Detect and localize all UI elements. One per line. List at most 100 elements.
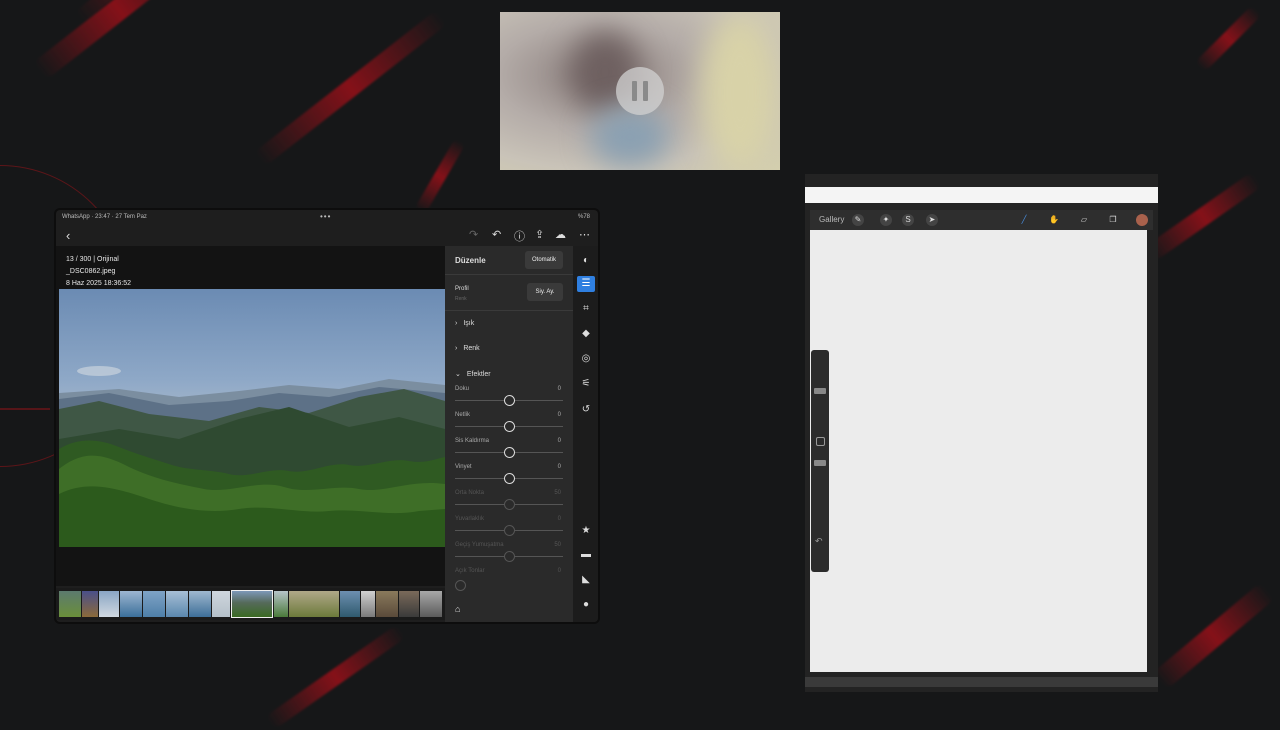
undo-icon[interactable]: ↶ [492,228,501,241]
cloud-icon[interactable]: ☁ [555,228,566,241]
slider-label: Yuvarlaklık [455,516,485,522]
chevron-right-icon: › [455,345,458,352]
slider-knob[interactable] [504,395,515,406]
bg-streak [265,624,406,730]
info-icon[interactable]: ● [579,598,593,612]
slider-label: Sis Kaldırma [455,438,490,444]
redo-icon[interactable]: ↷ [469,228,478,241]
slider-knob[interactable] [455,580,466,591]
thumbnail-selected[interactable] [231,590,273,618]
slider-knob[interactable] [504,421,515,432]
section-light[interactable]: › Işık [455,320,474,327]
thumbnail[interactable] [166,591,188,617]
landscape-image [59,366,445,547]
star-icon[interactable]: ★ [579,524,593,538]
wrench-icon[interactable]: ✎ [852,214,864,226]
versions-tool-icon[interactable]: ⚟ [579,377,593,391]
thumbnail[interactable] [99,591,119,617]
edit-tool-icon[interactable]: ☰ [577,276,595,292]
slider-label: Açık Tonlar [455,568,485,574]
help-icon[interactable]: ⓘ [514,228,525,244]
pause-button[interactable] [616,67,664,115]
section-color[interactable]: › Renk [455,345,480,352]
effects-slider[interactable]: Vinyet 0 [455,464,565,490]
procreate-title-strip [805,187,1158,203]
chevron-down-icon: ⌄ [455,371,461,378]
comment-icon[interactable]: ▬ [579,548,593,562]
undo-icon[interactable]: ↶ [815,536,823,547]
thumbnail[interactable] [120,591,142,617]
bg-line [0,408,50,410]
lightroom-ipad-window: WhatsApp · 23:47 · 27 Tem Paz ••• %78 ‹ … [56,210,598,622]
thumbnail[interactable] [59,591,81,617]
section-effects[interactable]: ⌄ Efektler [455,370,491,378]
thumbnail[interactable] [361,591,375,617]
healing-tool-icon[interactable]: ◆ [579,327,593,341]
multitask-dots[interactable]: ••• [320,212,331,221]
filmstrip[interactable] [56,588,445,620]
tool-rail: ◐ ☰ ⌗ ◆ ◎ ⚟ ↺ ★ ▬ ◣ ● [573,246,598,622]
presets-icon[interactable]: ⌂ [455,604,460,614]
effects-slider[interactable]: Netlik 0 [455,412,565,438]
back-chevron-icon[interactable]: ‹ [66,228,70,243]
thumbnail[interactable] [82,591,98,617]
brush-size-slider[interactable] [814,388,826,394]
crop-tool-icon[interactable]: ⌗ [579,302,593,316]
slider-knob[interactable] [504,525,515,536]
transform-icon[interactable]: ➤ [926,214,938,226]
effects-slider[interactable]: Açık Tonlar 0 [455,568,565,594]
thumbnail[interactable] [143,591,165,617]
selection-icon[interactable]: S [902,214,914,226]
color-swatch[interactable] [1136,214,1148,226]
masking-tool-icon[interactable]: ◎ [579,352,593,366]
procreate-canvas[interactable] [810,230,1147,672]
tag-icon[interactable]: ◣ [579,573,593,587]
slider-value: 50 [554,490,561,496]
profile-label: Profil [455,286,469,292]
opacity-slider[interactable] [814,460,826,466]
eraser-icon[interactable]: ▱ [1078,214,1090,226]
procreate-sidebar: ↶ [811,350,829,572]
layers-icon[interactable]: ❐ [1107,214,1119,226]
thumbnail[interactable] [420,591,442,617]
auto-button[interactable]: Otomatik [525,251,563,269]
thumbnail[interactable] [274,591,288,617]
photo-filename: _DSC0862.jpeg [66,268,116,275]
slider-knob[interactable] [504,447,515,458]
share-icon[interactable]: ⇪ [535,228,544,241]
slider-knob[interactable] [504,499,515,510]
thumbnail[interactable] [189,591,211,617]
pause-icon [632,81,637,101]
slider-label: Vinyet [455,464,472,470]
thumbnail[interactable] [376,591,398,617]
magic-wand-icon[interactable]: ✦ [880,214,892,226]
more-icon[interactable]: ⋯ [579,228,590,241]
history-tool-icon[interactable]: ↺ [579,403,593,417]
gallery-button[interactable]: Gallery [819,215,844,224]
effects-slider[interactable]: Geçiş Yumuşatma 50 [455,542,565,568]
thumbnail[interactable] [212,591,230,617]
effects-slider[interactable]: Yuvarlaklık 0 [455,516,565,542]
edit-panel: Düzenle Otomatik Profil Renk Siy. Ay. › I… [445,246,573,622]
thumbnail[interactable] [399,591,419,617]
bg-streak [1152,582,1275,690]
thumbnail[interactable] [289,591,339,617]
thumbnail[interactable] [340,591,360,617]
slider-knob[interactable] [504,551,515,562]
slider-knob[interactable] [504,473,515,484]
presets-tool-icon[interactable]: ◐ [579,254,593,268]
bg-streak [414,138,466,214]
landscape-photo[interactable] [59,289,445,547]
effects-slider[interactable]: Doku 0 [455,386,565,412]
bw-button[interactable]: Siy. Ay. [527,283,563,301]
status-left: WhatsApp · 23:47 · 27 Tem Paz [62,214,147,220]
slider-value: 0 [557,412,561,418]
smudge-icon[interactable]: ✋ [1048,214,1060,226]
modify-button[interactable] [816,437,825,446]
status-battery: %78 [577,214,590,220]
effects-slider[interactable]: Sis Kaldırma 0 [455,438,565,464]
profile-value[interactable]: Renk [455,296,467,302]
slider-label: Orta Nokta [455,490,485,496]
effects-slider[interactable]: Orta Nokta 50 [455,490,565,516]
brush-icon[interactable]: ╱ [1018,214,1030,226]
